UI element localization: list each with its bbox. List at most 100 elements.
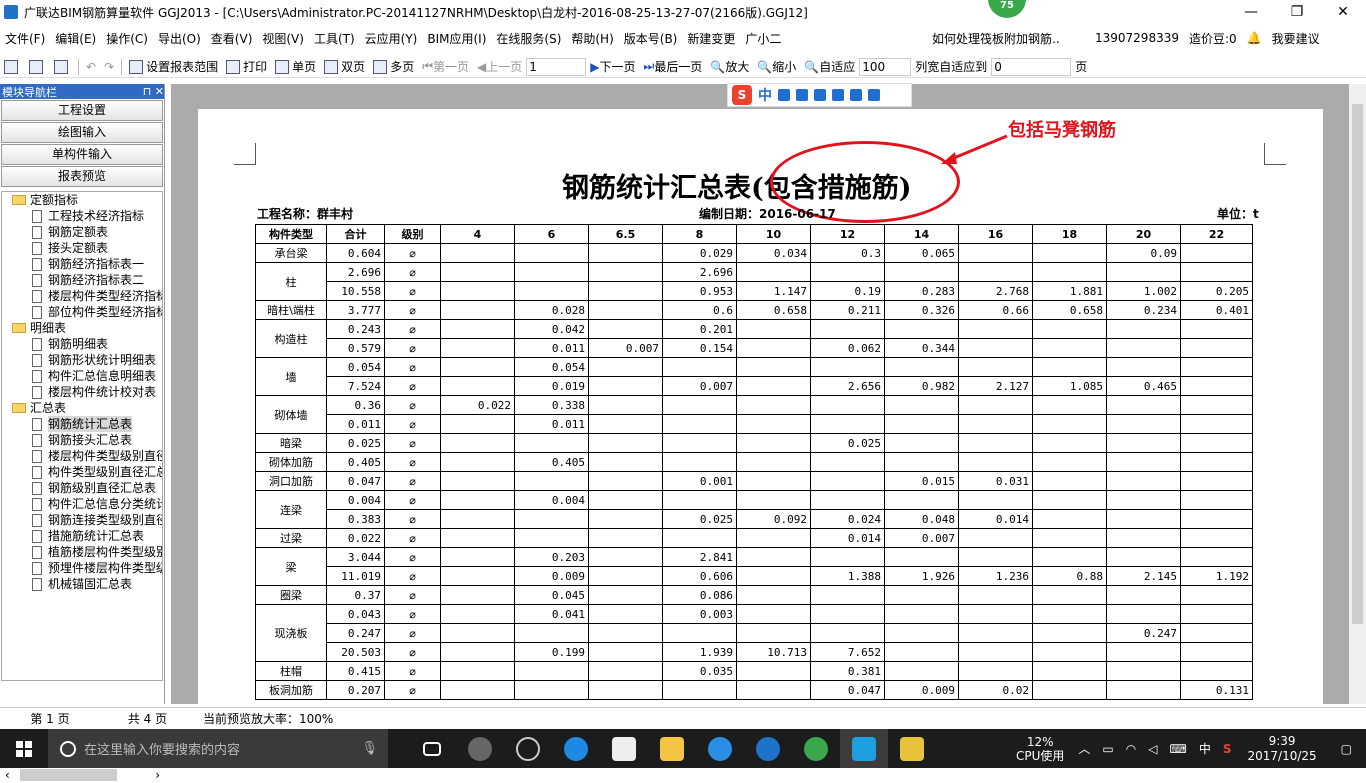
menu-view[interactable]: 查看(V) <box>206 30 258 47</box>
skin-icon[interactable] <box>850 89 862 101</box>
tree-item[interactable]: 工程技术经济指标 <box>2 208 162 224</box>
scroll-right-icon[interactable]: › <box>155 768 160 782</box>
print-button[interactable]: 打印 <box>222 58 271 75</box>
zoom-select[interactable]: 100 <box>859 57 912 76</box>
sogou-tray-icon[interactable]: S <box>1217 742 1238 756</box>
volume-icon[interactable]: ◁ <box>1142 742 1163 756</box>
nav-report-preview-button[interactable]: 报表预览 <box>1 166 163 187</box>
menu-export[interactable]: 导出(O) <box>153 30 206 47</box>
close-button[interactable]: ✕ <box>1320 0 1366 24</box>
keyboard-icon[interactable] <box>814 89 826 101</box>
menu-cloud[interactable]: 云应用(Y) <box>360 30 423 47</box>
minimize-button[interactable]: — <box>1228 0 1274 24</box>
fit-button[interactable]: 🔍 自适应 <box>800 58 859 75</box>
tree-item[interactable]: 钢筋级别直径汇总表 <box>2 480 162 496</box>
punctuation-icon[interactable] <box>778 89 790 101</box>
taskbar-search[interactable]: 在这里输入你要搜索的内容 🎙 <box>48 729 388 768</box>
menu-edit[interactable]: 编辑(E) <box>50 30 101 47</box>
tree-item[interactable]: 楼层构件类型级别直径 <box>2 448 162 464</box>
cpu-meter[interactable]: 12% CPU使用 <box>1008 735 1072 763</box>
tree-item[interactable]: 楼层构件统计校对表 <box>2 384 162 400</box>
save-icon[interactable] <box>50 59 75 74</box>
menu-tools[interactable]: 工具(T) <box>309 30 360 47</box>
tree-item[interactable]: 构件类型级别直径汇总 <box>2 464 162 480</box>
zoom-out-button[interactable]: 🔍 缩小 <box>753 58 800 75</box>
ime-mode-label[interactable]: 中 <box>758 85 772 105</box>
tree-item[interactable]: 钢筋定额表 <box>2 224 162 240</box>
tree-item[interactable]: 钢筋明细表 <box>2 336 162 352</box>
menu-help[interactable]: 帮助(H) <box>566 30 618 47</box>
page-number-input[interactable]: 1 <box>526 57 587 76</box>
next-page-button[interactable]: ▶ 下一页 <box>586 58 639 75</box>
start-button[interactable] <box>0 729 48 768</box>
ime-indicator[interactable]: 中 <box>1193 740 1217 757</box>
microphone-icon[interactable] <box>796 89 808 101</box>
set-report-range-button[interactable]: 设置报表范围 <box>125 58 222 75</box>
tree-horizontal-scrollbar[interactable]: ‹ › <box>5 767 160 783</box>
wrench-icon[interactable] <box>868 89 880 101</box>
nav-drawing-input-button[interactable]: 绘图输入 <box>1 122 163 143</box>
menu-operate[interactable]: 操作(C) <box>101 30 153 47</box>
tree-folder[interactable]: 明细表 <box>2 320 162 336</box>
tree-item[interactable]: 接头定额表 <box>2 240 162 256</box>
tree-item[interactable]: 部位构件类型经济指标 <box>2 304 162 320</box>
tree-item[interactable]: 钢筋统计汇总表 <box>2 416 162 432</box>
tree-item[interactable]: 钢筋接头汇总表 <box>2 432 162 448</box>
bell-icon[interactable]: 🔔 <box>1242 31 1267 45</box>
menu-window[interactable]: 视图(V) <box>257 30 309 47</box>
pin-icon[interactable]: ⊓ <box>143 85 152 98</box>
scroll-thumb[interactable] <box>19 769 118 781</box>
zoom-in-button[interactable]: 🔍 放大 <box>706 58 753 75</box>
wifi-icon[interactable]: ◠ <box>1120 742 1142 756</box>
undo-icon[interactable]: ↶ <box>82 60 100 74</box>
prev-page-button[interactable]: ◀ 上一页 <box>473 58 526 75</box>
keyboard-icon[interactable]: ⌨ <box>1163 742 1192 756</box>
clock[interactable]: 9:39 2017/10/25 <box>1237 734 1326 764</box>
close-icon[interactable]: ✕ <box>155 85 164 98</box>
nav-single-component-button[interactable]: 单构件输入 <box>1 144 163 165</box>
tree-item[interactable]: 钢筋经济指标表二 <box>2 272 162 288</box>
scroll-left-icon[interactable]: ‹ <box>5 768 10 782</box>
menu-file[interactable]: 文件(F) <box>0 30 50 47</box>
first-page-button[interactable]: ⏮ 第一页 <box>418 58 473 75</box>
glodon-g-icon[interactable] <box>744 729 792 768</box>
tree-item[interactable]: 预埋件楼层构件类型级 <box>2 560 162 576</box>
menu-online[interactable]: 在线服务(S) <box>491 30 566 47</box>
chevron-up-icon[interactable]: ︿ <box>1072 740 1096 757</box>
tree-folder[interactable]: 汇总表 <box>2 400 162 416</box>
redo-icon[interactable]: ↷ <box>100 60 118 74</box>
preview-vertical-scrollbar[interactable] <box>1349 84 1366 704</box>
double-page-button[interactable]: 双页 <box>320 58 369 75</box>
tree-item[interactable]: 构件汇总信息明细表 <box>2 368 162 384</box>
sogou-logo-icon[interactable]: S <box>732 85 752 105</box>
last-page-button[interactable]: ⏭ 最后一页 <box>640 58 707 75</box>
menu-new-change[interactable]: 新建变更 <box>682 30 740 47</box>
ggj-app-icon[interactable] <box>840 729 888 768</box>
restore-button[interactable]: ❐ <box>1274 0 1320 24</box>
user-phone[interactable]: 13907298339 <box>1090 31 1184 45</box>
notes-app-icon[interactable] <box>888 729 936 768</box>
menu-version[interactable]: 版本号(B) <box>619 30 683 47</box>
new-file-icon[interactable] <box>0 59 25 74</box>
scroll-thumb[interactable] <box>1352 104 1363 624</box>
tree-item[interactable]: 机械锚固汇总表 <box>2 576 162 592</box>
tree-folder[interactable]: 定额指标 <box>2 192 162 208</box>
microphone-icon[interactable]: 🎙 <box>361 741 378 756</box>
menu-bim[interactable]: BIM应用(I) <box>422 30 491 47</box>
internet-explorer-icon[interactable] <box>696 729 744 768</box>
battery-icon[interactable]: ▭ <box>1096 742 1119 756</box>
multi-page-button[interactable]: 多页 <box>369 58 418 75</box>
notification-icon[interactable]: ▢ <box>1327 742 1366 756</box>
tree-item[interactable]: 钢筋形状统计明细表 <box>2 352 162 368</box>
suggest-link[interactable]: 我要建议 <box>1267 30 1325 47</box>
tree-item[interactable]: 钢筋经济指标表一 <box>2 256 162 272</box>
file-explorer-icon[interactable] <box>648 729 696 768</box>
tree-item[interactable]: 植筋楼层构件类型级别 <box>2 544 162 560</box>
store-icon[interactable] <box>600 729 648 768</box>
menu-assistant[interactable]: 广小二 <box>740 30 786 47</box>
fit-width-input[interactable]: 0 <box>991 57 1072 76</box>
tree-item[interactable]: 钢筋连接类型级别直径 <box>2 512 162 528</box>
single-page-button[interactable]: 单页 <box>271 58 320 75</box>
tree-item[interactable]: 构件汇总信息分类统计 <box>2 496 162 512</box>
tree-item[interactable]: 楼层构件类型经济指标 <box>2 288 162 304</box>
